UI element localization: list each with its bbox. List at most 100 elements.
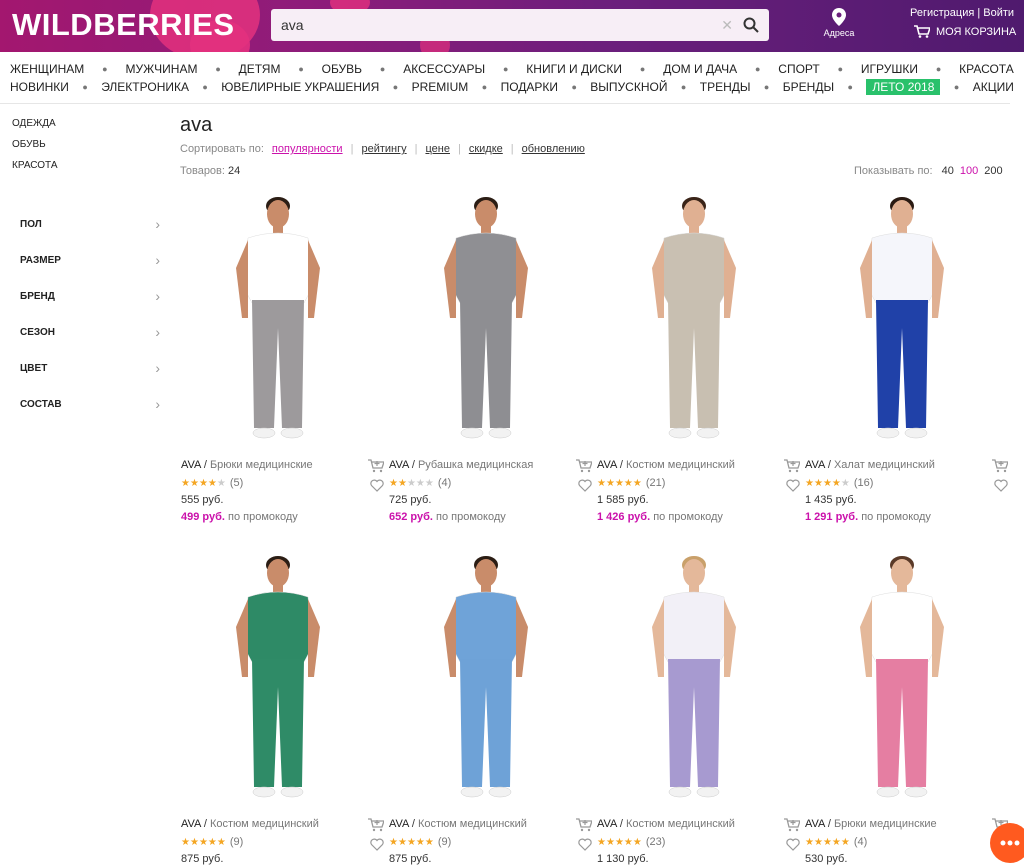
product-photo[interactable]: [178, 547, 378, 812]
nav-item[interactable]: БРЕНДЫ: [783, 80, 834, 94]
chat-button[interactable]: [990, 823, 1024, 863]
product-title[interactable]: AVA / Рубашка медицинская: [389, 459, 594, 471]
addresses-link[interactable]: Адреса: [822, 8, 856, 38]
favorite-heart-icon[interactable]: [370, 838, 384, 851]
filter-item[interactable]: ЦВЕТ ›: [20, 350, 160, 386]
sort-option[interactable]: рейтингу: [361, 143, 406, 155]
add-to-cart-icon[interactable]: [576, 459, 592, 473]
product-image[interactable]: [594, 547, 794, 812]
product-photo[interactable]: [386, 188, 586, 453]
product-card[interactable]: AVA / Костюм медицинский ★★★★★ (23) 1 130 р…: [594, 547, 804, 865]
product-card[interactable]: AVA / Костюм медицинский ★★★★★ (9) 875 руб.: [386, 547, 596, 865]
product-card[interactable]: AVA / Костюм медицинский ★★★★★ (21) 1 585 р…: [594, 188, 804, 523]
nav-item[interactable]: ОБУВЬ: [322, 62, 362, 76]
product-image[interactable]: [386, 188, 586, 453]
product-card[interactable]: AVA / Халат медицинский ★★★★★ (16) 1 435 ру…: [802, 188, 1012, 523]
product-image[interactable]: [802, 188, 1002, 453]
nav-item[interactable]: ЛЕТО 2018: [866, 79, 941, 95]
logo[interactable]: WILDBERRIES: [12, 7, 235, 43]
star-icon: ★: [605, 837, 615, 848]
product-photo[interactable]: [802, 188, 1002, 453]
sidebar-category[interactable]: КРАСОТА: [12, 160, 58, 181]
product-image[interactable]: [178, 188, 378, 453]
add-to-cart-icon[interactable]: [992, 459, 1008, 473]
product-title[interactable]: AVA / Костюм медицинский: [389, 818, 594, 830]
sidebar-category[interactable]: ОДЕЖДА: [12, 118, 58, 139]
product-title[interactable]: AVA / Костюм медицинский: [181, 818, 386, 830]
product-photo[interactable]: [178, 188, 378, 453]
nav-item[interactable]: ЮВЕЛИРНЫЕ УКРАШЕНИЯ: [221, 80, 379, 94]
favorite-heart-icon[interactable]: [786, 479, 800, 492]
star-icon: ★: [614, 478, 624, 489]
filter-label: ПОЛ: [20, 218, 42, 230]
sort-option[interactable]: обновлению: [522, 143, 585, 155]
clear-icon[interactable]: ✕: [721, 17, 733, 34]
sidebar-category[interactable]: ОБУВЬ: [12, 139, 58, 160]
cart-link[interactable]: МОЯ КОРЗИНА: [914, 25, 1016, 38]
add-to-cart-icon[interactable]: [368, 459, 384, 473]
product-photo[interactable]: [594, 188, 794, 453]
favorite-heart-icon[interactable]: [786, 838, 800, 851]
favorite-heart-icon[interactable]: [578, 479, 592, 492]
nav-item[interactable]: ПОДАРКИ: [501, 80, 558, 94]
product-card[interactable]: AVA / Брюки медицинские ★★★★★ (5) 555 руб. 4…: [178, 188, 388, 523]
add-to-cart-icon[interactable]: [368, 818, 384, 832]
nav-item[interactable]: СПОРТ: [778, 62, 819, 76]
filter-item[interactable]: СЕЗОН ›: [20, 314, 160, 350]
nav-separator: ●: [763, 82, 770, 92]
add-to-cart-icon[interactable]: [576, 818, 592, 832]
nav-item[interactable]: PREMIUM: [412, 80, 469, 94]
star-icon: ★: [406, 837, 416, 848]
product-title[interactable]: AVA / Костюм медицинский: [597, 459, 802, 471]
search-bar[interactable]: ava ✕: [271, 9, 769, 41]
nav-item[interactable]: ЖЕНЩИНАМ: [10, 62, 84, 76]
filter-item[interactable]: РАЗМЕР ›: [20, 242, 160, 278]
product-image[interactable]: [594, 188, 794, 453]
filter-item[interactable]: БРЕНД ›: [20, 278, 160, 314]
nav-item[interactable]: ВЫПУСКНОЙ: [590, 80, 667, 94]
product-photo[interactable]: [386, 547, 586, 812]
product-card[interactable]: AVA / Брюки медицинские ★★★★★ (4) 530 руб.: [802, 547, 1012, 865]
product-title[interactable]: AVA / Брюки медицинские: [805, 818, 1010, 830]
login-link[interactable]: Войти: [983, 7, 1014, 19]
filter-item[interactable]: СОСТАВ ›: [20, 386, 160, 422]
nav-item[interactable]: ДОМ И ДАЧА: [663, 62, 737, 76]
favorite-heart-icon[interactable]: [578, 838, 592, 851]
count-value: 24: [228, 165, 241, 177]
per-page-option[interactable]: 100: [960, 165, 978, 177]
sort-option[interactable]: цене: [425, 143, 450, 155]
sort-option[interactable]: популярности: [272, 143, 343, 155]
nav-item[interactable]: МУЖЧИНАМ: [125, 62, 197, 76]
product-card[interactable]: AVA / Костюм медицинский ★★★★★ (9) 875 руб.: [178, 547, 388, 865]
add-to-cart-icon[interactable]: [784, 459, 800, 473]
product-image[interactable]: [802, 547, 1002, 812]
product-photo[interactable]: [594, 547, 794, 812]
register-link[interactable]: Регистрация: [910, 7, 974, 19]
product-image[interactable]: [178, 547, 378, 812]
sort-option[interactable]: скидке: [469, 143, 503, 155]
product-card[interactable]: AVA / Рубашка медицинская ★★★★★ (4) 725 руб…: [386, 188, 596, 523]
nav-item[interactable]: ИГРУШКИ: [861, 62, 918, 76]
per-page-option[interactable]: 200: [984, 165, 1002, 177]
per-page-option[interactable]: 40: [942, 165, 954, 177]
filter-item[interactable]: ПОЛ ›: [20, 206, 160, 242]
nav-item[interactable]: АКЦИИ: [973, 80, 1014, 94]
nav-item[interactable]: КНИГИ И ДИСКИ: [526, 62, 622, 76]
product-title[interactable]: AVA / Костюм медицинский: [597, 818, 802, 830]
search-icon[interactable]: [743, 17, 759, 33]
favorite-heart-icon[interactable]: [994, 479, 1008, 492]
product-image[interactable]: [386, 547, 586, 812]
sort-label: Сортировать по:: [180, 143, 264, 155]
nav-item[interactable]: ЭЛЕКТРОНИКА: [101, 80, 189, 94]
add-to-cart-icon[interactable]: [784, 818, 800, 832]
nav-item[interactable]: ДЕТЯМ: [239, 62, 281, 76]
nav-item[interactable]: ТРЕНДЫ: [700, 80, 751, 94]
nav-item[interactable]: АКСЕССУАРЫ: [403, 62, 485, 76]
nav-item[interactable]: НОВИНКИ: [10, 80, 69, 94]
product-title[interactable]: AVA / Брюки медицинские: [181, 459, 386, 471]
product-title[interactable]: AVA / Халат медицинский: [805, 459, 1010, 471]
search-input[interactable]: ava: [281, 17, 721, 33]
favorite-heart-icon[interactable]: [370, 479, 384, 492]
nav-item[interactable]: КРАСОТА: [959, 62, 1014, 76]
product-photo[interactable]: [802, 547, 1002, 812]
